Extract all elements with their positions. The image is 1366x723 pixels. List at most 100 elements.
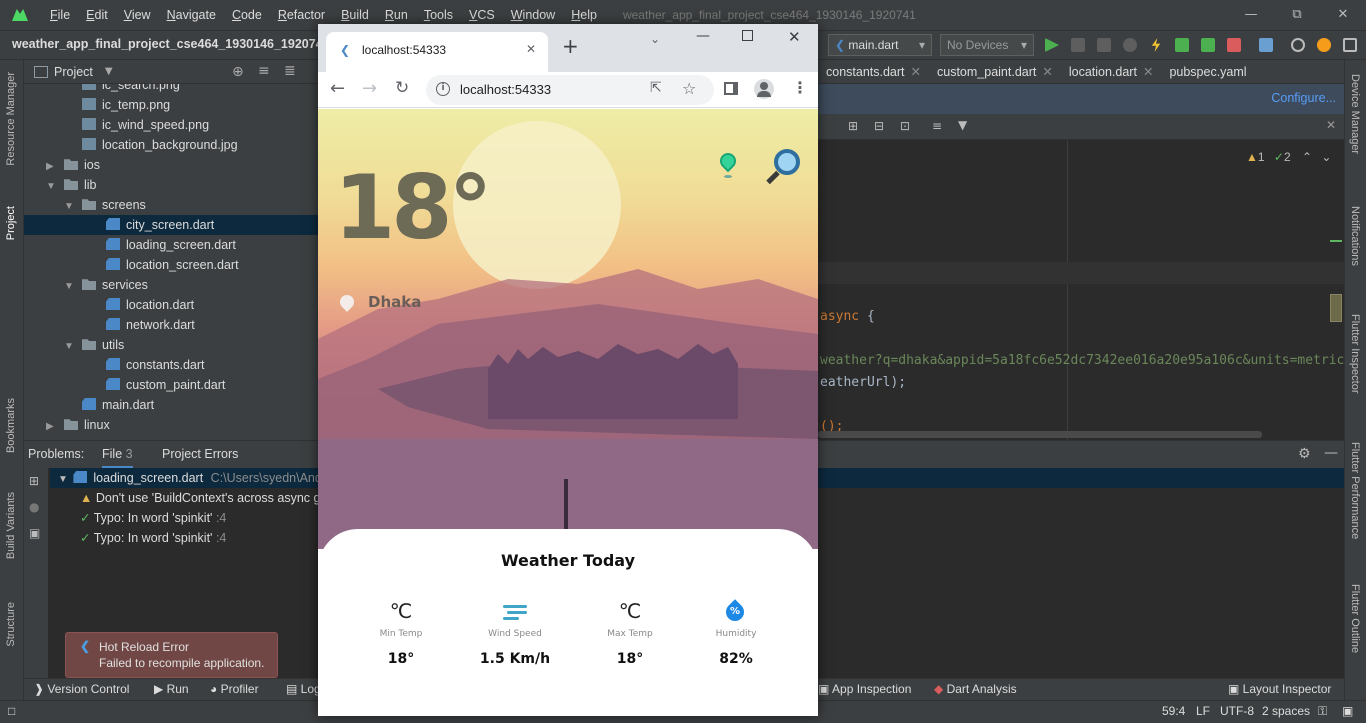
- code-editor[interactable]: ▲1 ✓2 ⌃ ⌄ async { weather?q=dhaka&appid=…: [818, 140, 1344, 440]
- build-variants-tab[interactable]: Build Variants: [5, 492, 17, 559]
- chevron-right-icon[interactable]: ▶: [46, 157, 58, 177]
- memory-indicator-icon[interactable]: ▣: [1342, 704, 1353, 718]
- minimap-marker[interactable]: [1330, 294, 1342, 322]
- problem-row[interactable]: ✓ Typo: In word 'spinkit' :4: [80, 508, 226, 528]
- hot-reload-error-toast[interactable]: ❮ Hot Reload Error Failed to recompile a…: [65, 632, 278, 678]
- tab-pubspec[interactable]: pubspec.yaml: [1161, 65, 1254, 79]
- run-icon[interactable]: [1045, 38, 1059, 52]
- chevron-down-icon[interactable]: ▼: [46, 177, 58, 197]
- flutter-performance-tab[interactable]: Flutter Performance: [1349, 442, 1361, 539]
- forward-icon[interactable]: →: [362, 78, 377, 99]
- problem-file[interactable]: ▼ loading_screen.dart C:\Users\syedn\And…: [58, 468, 351, 488]
- tree-item[interactable]: ▼ utils: [64, 335, 124, 355]
- share-icon[interactable]: ⇱: [650, 80, 662, 96]
- menu-edit[interactable]: Edit: [78, 8, 116, 22]
- line-separator[interactable]: LF: [1196, 704, 1210, 718]
- tree-item[interactable]: location_background.jpg: [82, 135, 238, 155]
- bulb-icon[interactable]: ●: [29, 500, 39, 514]
- caret-position[interactable]: 59:4: [1162, 704, 1185, 718]
- tree-item[interactable]: ▼ lib: [46, 175, 97, 195]
- menu-help[interactable]: Help: [563, 8, 605, 22]
- close-icon[interactable]: ✕: [1326, 118, 1336, 132]
- close-tab-icon[interactable]: ✕: [526, 42, 536, 56]
- close-icon[interactable]: ✕: [911, 65, 921, 79]
- tree-item[interactable]: main.dart: [82, 395, 154, 415]
- menu-tools[interactable]: Tools: [416, 8, 461, 22]
- menu-code[interactable]: Code: [224, 8, 270, 22]
- indent-setting[interactable]: 2 spaces: [1262, 704, 1310, 718]
- remove-icon[interactable]: ⊟: [874, 119, 884, 133]
- tab-search-icon[interactable]: ⌄: [650, 32, 660, 46]
- flutter-outline-tab[interactable]: Flutter Outline: [1349, 584, 1361, 653]
- problem-row[interactable]: ▲ Don't use 'BuildContext's across async…: [80, 488, 334, 508]
- close-icon[interactable]: ✕: [1143, 65, 1153, 79]
- chevron-down-icon[interactable]: ⌄: [1321, 150, 1331, 164]
- device-select[interactable]: No Devices ▾: [940, 34, 1034, 56]
- tree-item[interactable]: location.dart: [106, 295, 194, 315]
- locate-icon[interactable]: ⊕: [232, 64, 244, 80]
- menu-run[interactable]: Run: [377, 8, 416, 22]
- expand-icon[interactable]: ⊞: [29, 474, 39, 488]
- menu-vcs[interactable]: VCS: [461, 8, 503, 22]
- run-config-select[interactable]: ❮ main.dart ▾: [828, 34, 932, 56]
- profiler-tab[interactable]: ◕ Profiler: [210, 682, 259, 696]
- chevron-up-icon[interactable]: ⌃: [1302, 150, 1312, 164]
- back-icon[interactable]: ←: [330, 78, 345, 99]
- check-icon[interactable]: ⊡: [900, 119, 910, 133]
- chevron-down-icon[interactable]: ▼: [105, 66, 113, 77]
- expand-all-icon[interactable]: ≡: [258, 63, 270, 79]
- notifications-tab[interactable]: Notifications: [1349, 206, 1361, 266]
- version-control-tab[interactable]: ❱ Version Control: [34, 682, 129, 696]
- browser-tab[interactable]: ❮ localhost:54333 ✕: [326, 32, 548, 72]
- menu-window[interactable]: Window: [503, 8, 563, 22]
- flutter-inspector-tab[interactable]: Flutter Inspector: [1349, 314, 1361, 393]
- tab-project-errors[interactable]: Project Errors: [162, 447, 238, 461]
- debug-icon[interactable]: [1071, 38, 1085, 52]
- tree-item[interactable]: ▶ ios: [46, 155, 100, 175]
- tree-item[interactable]: loading_screen.dart: [106, 235, 236, 255]
- app-inspection-tab[interactable]: ▣ App Inspection: [818, 682, 911, 696]
- device-manager-icon[interactable]: [1259, 38, 1273, 52]
- filter-icon[interactable]: ▼: [958, 118, 967, 132]
- tree-item[interactable]: ic_wind_speed.png: [82, 115, 209, 135]
- project-tab[interactable]: Project: [5, 206, 17, 240]
- project-view-select[interactable]: Project: [54, 65, 93, 79]
- chevron-down-icon[interactable]: ▼: [58, 474, 68, 485]
- profile-icon[interactable]: [1123, 38, 1137, 52]
- url-text[interactable]: localhost:54333: [460, 82, 551, 97]
- tree-item[interactable]: network.dart: [106, 315, 195, 335]
- maximize-icon[interactable]: [742, 30, 753, 41]
- configure-link[interactable]: Configure...: [1271, 91, 1336, 105]
- chevron-down-icon[interactable]: ▼: [64, 197, 76, 217]
- update-icon[interactable]: [1317, 38, 1331, 52]
- structure-tab[interactable]: Structure: [5, 602, 17, 647]
- side-panel-icon[interactable]: [724, 82, 738, 95]
- restore-icon[interactable]: ⧉: [1274, 0, 1320, 30]
- preview-icon[interactable]: ▣: [29, 526, 40, 540]
- chevron-down-icon[interactable]: ▼: [64, 337, 76, 357]
- tree-item[interactable]: ic_search.png: [82, 84, 180, 95]
- chevron-down-icon[interactable]: ▼: [64, 277, 76, 297]
- tree-item[interactable]: ▶ linux: [46, 415, 110, 435]
- tab-location[interactable]: location.dart ✕: [1061, 64, 1162, 79]
- menu-view[interactable]: View: [116, 8, 159, 22]
- hide-panel-icon[interactable]: —: [1324, 445, 1338, 461]
- add-icon[interactable]: ⊞: [848, 119, 858, 133]
- horizontal-scrollbar[interactable]: [818, 431, 1262, 438]
- close-icon[interactable]: ✕: [1042, 65, 1052, 79]
- tree-item-selected[interactable]: city_screen.dart: [24, 215, 320, 235]
- close-icon[interactable]: ✕: [788, 28, 801, 46]
- problem-row[interactable]: ✓ Typo: In word 'spinkit' :4: [80, 528, 226, 548]
- file-encoding[interactable]: UTF-8: [1220, 704, 1254, 718]
- tree-item[interactable]: ▼ screens: [64, 195, 146, 215]
- site-info-icon[interactable]: i: [436, 82, 450, 96]
- minimize-icon[interactable]: —: [1228, 0, 1274, 30]
- dart-analysis-tab[interactable]: ◆ Dart Analysis: [934, 682, 1017, 696]
- run-tab[interactable]: ▶ Run: [154, 682, 189, 696]
- tree-item[interactable]: custom_paint.dart: [106, 375, 225, 395]
- reload-icon[interactable]: ↻: [395, 78, 409, 98]
- tab-custom-paint[interactable]: custom_paint.dart ✕: [929, 64, 1061, 79]
- device-manager-tab[interactable]: Device Manager: [1349, 74, 1361, 154]
- new-tab-icon[interactable]: +: [562, 36, 579, 56]
- tree-item[interactable]: ▼ services: [64, 275, 148, 295]
